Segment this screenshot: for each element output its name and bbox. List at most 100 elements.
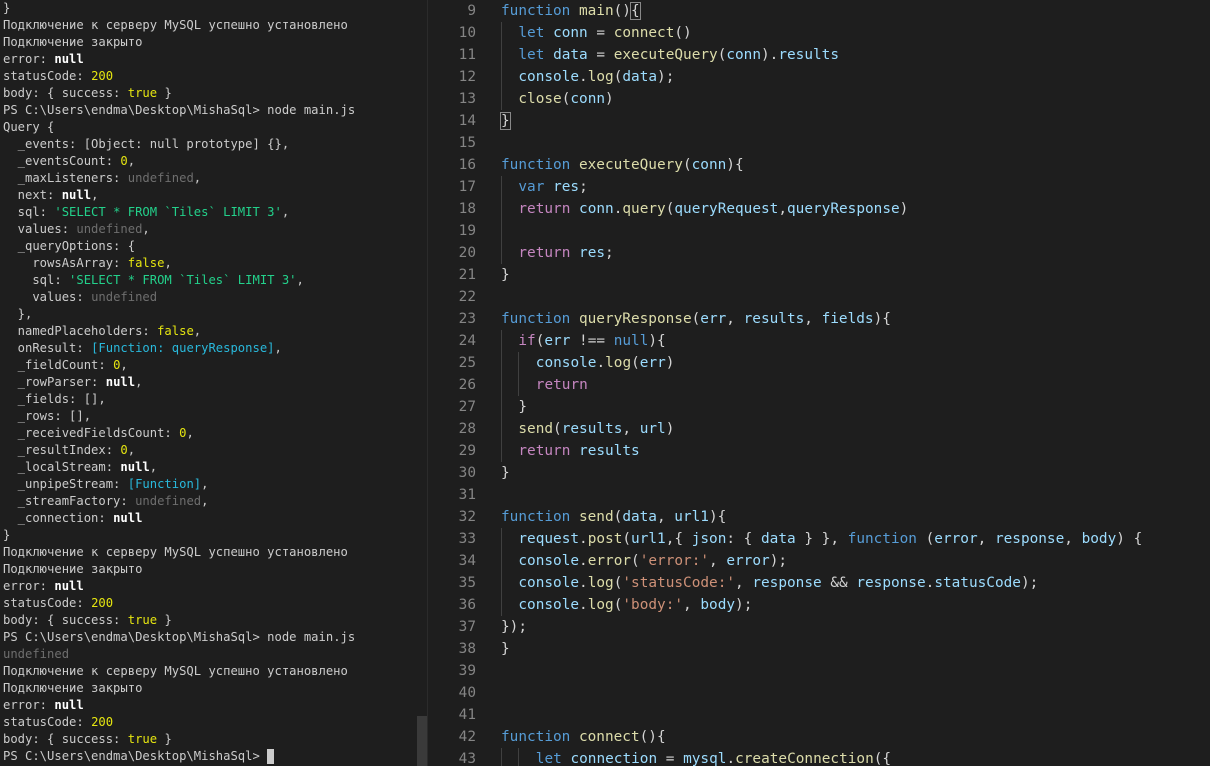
code-line[interactable]: 38} [428, 638, 1210, 660]
code-line[interactable]: 41 [428, 704, 1210, 726]
code-token: error [934, 531, 978, 547]
code-text: function executeQuery(conn){ [501, 154, 744, 176]
code-text: console.log(err) [536, 352, 675, 374]
code-token: log [587, 69, 614, 85]
terminal-output: } Подключение к серверу MySQL успешно уст… [0, 0, 417, 765]
terminal-line: Подключение закрыто [0, 561, 417, 578]
terminal-text: _localStream: [3, 460, 121, 474]
code-line[interactable]: 23 function queryResponse(err, results, f… [428, 308, 1210, 330]
code-line[interactable]: 9 function main(){ [428, 0, 1210, 22]
code-line[interactable]: 39 [428, 660, 1210, 682]
code-line[interactable]: 17 var res; [428, 176, 1210, 198]
code-line[interactable]: 42 function connect(){ [428, 726, 1210, 748]
code-text: } [501, 462, 510, 484]
terminal-text: undefined [135, 494, 202, 508]
code-token: . [579, 575, 588, 591]
code-line[interactable]: 22 [428, 286, 1210, 308]
code-line[interactable]: 20 return res; [428, 242, 1210, 264]
terminal-line: Подключение к серверу MySQL успешно уста… [0, 17, 417, 34]
code-token: conn [570, 91, 606, 107]
code-token: json [691, 531, 727, 547]
code-token: main [578, 3, 614, 19]
indent-guide [501, 198, 502, 220]
code-line[interactable]: 12 console.log(data); [428, 66, 1210, 88]
code-token: return [518, 443, 571, 459]
code-token: executeQuery [613, 47, 718, 63]
code-line[interactable]: 28 send(results, url) [428, 418, 1210, 440]
line-number: 33 [458, 531, 476, 547]
code-line[interactable]: 19 [428, 220, 1210, 242]
indent-guide [501, 88, 502, 110]
terminal-line: error: null [0, 578, 417, 595]
terminal-line: _fieldCount: 0, [0, 357, 417, 374]
terminal-prompt-line[interactable]: PS C:\Users\endma\Desktop\MishaSql> [0, 748, 417, 765]
line-number: 16 [458, 157, 476, 173]
code-token: fields [821, 311, 874, 327]
terminal-text: _unpipeStream: [3, 477, 128, 491]
terminal-line: _rowParser: null, [0, 374, 417, 391]
code-line[interactable]: 11 let data = executeQuery(conn).results [428, 44, 1210, 66]
code-token: , [977, 531, 995, 547]
code-token: queryResponse [578, 311, 692, 327]
code-line[interactable]: 40 [428, 682, 1210, 704]
code-text: function send(data, url1){ [501, 506, 726, 528]
code-token: null [613, 333, 649, 349]
code-line[interactable]: 35 console.log('statusCode:', response &&… [428, 572, 1210, 594]
terminal-scrollbar[interactable] [417, 0, 427, 766]
terminal-line: statusCode: 200 [0, 595, 417, 612]
code-token: ). [761, 47, 779, 63]
code-line[interactable]: 13 close(conn) [428, 88, 1210, 110]
terminal-text: sql: [3, 205, 55, 219]
code-token: ) { [1116, 531, 1143, 547]
code-line[interactable]: 31 [428, 484, 1210, 506]
code-line[interactable]: 43 let connection = mysql.createConnectio… [428, 748, 1210, 766]
code-text: function connect(){ [501, 726, 666, 748]
code-line[interactable]: 21} [428, 264, 1210, 286]
code-editor[interactable]: 9 function main(){10 let conn = connect() 1… [428, 0, 1210, 766]
code-token: return [535, 377, 588, 393]
code-token: query [622, 201, 666, 217]
terminal-text: , [164, 256, 172, 270]
terminal-line: rowsAsArray: false, [0, 255, 417, 272]
code-line[interactable]: 37}); [428, 616, 1210, 638]
terminal-line: sql: 'SELECT * FROM `Tiles` LIMIT 3', [0, 204, 417, 221]
terminal-text: _streamFactory: [3, 494, 136, 508]
code-line[interactable]: 27} [428, 396, 1210, 418]
code-line[interactable]: 33 request.post(url1,{ json: { data } }, … [428, 528, 1210, 550]
code-line[interactable]: 16 function executeQuery(conn){ [428, 154, 1210, 176]
code-token: ) [665, 355, 675, 371]
code-token: } [501, 267, 510, 283]
code-line[interactable]: 10 let conn = connect() [428, 22, 1210, 44]
code-token: results [561, 421, 623, 437]
line-number: 12 [458, 69, 476, 85]
line-number: 34 [458, 553, 476, 569]
code-token: send [578, 509, 614, 525]
code-token: response [994, 531, 1065, 547]
code-text: } [501, 264, 510, 286]
code-token: ,{ [665, 531, 692, 547]
code-token: err [544, 333, 571, 349]
terminal-line: statusCode: 200 [0, 714, 417, 731]
terminal-scrollbar-thumb[interactable] [417, 716, 427, 766]
terminal-text: _fields: [], [3, 392, 106, 406]
code-line[interactable]: 14} [428, 110, 1210, 132]
code-line[interactable]: 18 return conn.query(queryRequest,queryRe… [428, 198, 1210, 220]
code-line[interactable]: 34 console.error('error:', error); [428, 550, 1210, 572]
code-line[interactable]: 29 return results [428, 440, 1210, 462]
terminal-panel[interactable]: } Подключение к серверу MySQL успешно уст… [0, 0, 417, 766]
code-line[interactable]: 30} [428, 462, 1210, 484]
line-number: 30 [458, 465, 476, 481]
code-token: ); [1020, 575, 1039, 591]
code-line[interactable]: 36 console.log('body:', body); [428, 594, 1210, 616]
code-line[interactable]: 26 return [428, 374, 1210, 396]
code-line[interactable]: 24 if(err !== null){ [428, 330, 1210, 352]
code-token: , [683, 597, 701, 613]
code-token: 'body:' [622, 597, 684, 613]
terminal-text: onResult: [3, 341, 92, 355]
code-token: url [639, 421, 666, 437]
terminal-text: 200 [91, 715, 114, 729]
code-line[interactable]: 25 console.log(err) [428, 352, 1210, 374]
code-line[interactable]: 15 [428, 132, 1210, 154]
code-line[interactable]: 32 function send(data, url1){ [428, 506, 1210, 528]
